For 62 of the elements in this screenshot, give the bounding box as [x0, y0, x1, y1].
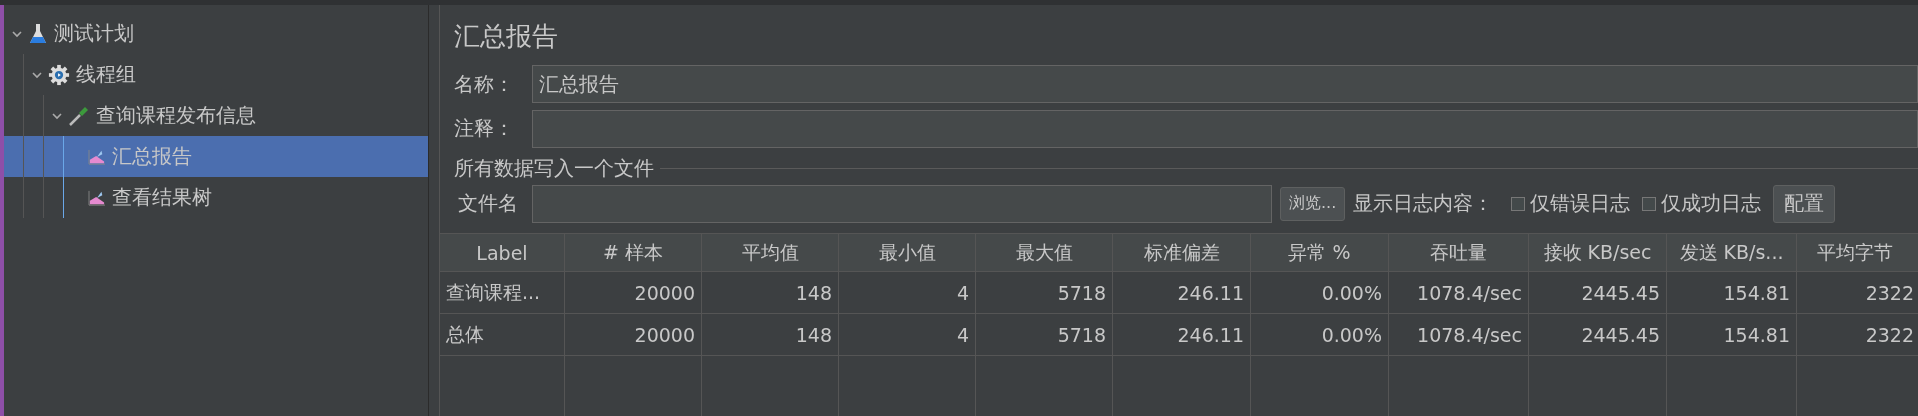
table-cell: 1078.4/sec: [1389, 272, 1529, 313]
table-cell: 1078.4/sec: [1389, 314, 1529, 355]
table-cell: 154.81: [1667, 272, 1797, 313]
checkbox[interactable]: [1642, 196, 1657, 211]
group-title: 所有数据写入一个文件: [453, 155, 655, 183]
checkbox[interactable]: [1511, 196, 1526, 211]
field-label: 文件名: [458, 190, 519, 218]
tree-item[interactable]: 查询课程发布信息: [4, 95, 428, 136]
column-header[interactable]: 吞吐量: [1389, 234, 1529, 271]
name-field[interactable]: 汇总报告: [532, 65, 1918, 104]
column-header[interactable]: 平均值: [702, 234, 839, 271]
filename-field[interactable]: [532, 184, 1272, 223]
column-header[interactable]: 异常 %: [1251, 234, 1389, 271]
column-header[interactable]: 最小值: [839, 234, 976, 271]
flask-icon: [28, 22, 48, 45]
table-cell: 148: [702, 314, 839, 355]
checkbox-label: 仅错误日志: [1530, 190, 1631, 218]
table-cell: 5718: [976, 272, 1113, 313]
gear-icon: [48, 63, 70, 86]
comment-field[interactable]: [532, 109, 1918, 148]
column-header[interactable]: # 样本: [565, 234, 702, 271]
column-header[interactable]: 发送 KB/s...: [1667, 234, 1797, 271]
column-header[interactable]: 接收 KB/sec: [1529, 234, 1667, 271]
chart-icon: [88, 148, 106, 165]
table-cell: 20000: [565, 272, 702, 313]
chevron-down-icon[interactable]: [12, 28, 22, 39]
column-header[interactable]: Label: [440, 234, 565, 271]
panel-title: 汇总报告: [453, 20, 559, 53]
table-cell-text: 2322: [1864, 322, 1915, 348]
chevron-down-icon[interactable]: [32, 69, 42, 80]
tree-item[interactable]: 查看结果树: [4, 177, 428, 218]
table-cell: 4: [839, 314, 976, 355]
table-cell: 154.81: [1667, 314, 1797, 355]
table-cell: 查询课程...: [440, 272, 565, 313]
table-cell: 2445.45: [1529, 272, 1667, 313]
chevron-down-icon[interactable]: [52, 110, 62, 121]
browse-button[interactable]: 浏览...: [1280, 186, 1346, 221]
column-header[interactable]: 标准偏差: [1113, 234, 1251, 271]
table-cell: 2445.45: [1529, 314, 1667, 355]
table-cell: 0.00%: [1251, 272, 1389, 313]
table-cell: 246.11: [1113, 272, 1251, 313]
checkbox-label: 仅成功日志: [1661, 190, 1762, 218]
table-cell-text: 2322: [1864, 280, 1915, 306]
config-button[interactable]: 配置: [1773, 184, 1836, 223]
splitter[interactable]: [428, 5, 440, 416]
pipette-icon: [68, 104, 90, 127]
column-header[interactable]: 平均字节: [1797, 234, 1918, 271]
table-cell: 4: [839, 272, 976, 313]
table-cell: 总体: [440, 314, 565, 355]
field-label: 注释：: [454, 115, 515, 143]
table-cell: 20000: [565, 314, 702, 355]
tree-item[interactable]: 测试计划: [4, 13, 428, 54]
chart-icon: [88, 189, 106, 206]
log-label: 显示日志内容：: [1353, 190, 1494, 218]
table-cell: 5718: [976, 314, 1113, 355]
tree-item[interactable]: 线程组: [4, 54, 428, 95]
field-label: 名称：: [454, 70, 515, 98]
tree-item[interactable]: 汇总报告: [4, 136, 428, 177]
table-cell: 246.11: [1113, 314, 1251, 355]
column-header[interactable]: 最大值: [976, 234, 1113, 271]
table-cell: 148: [702, 272, 839, 313]
table-cell: 0.00%: [1251, 314, 1389, 355]
